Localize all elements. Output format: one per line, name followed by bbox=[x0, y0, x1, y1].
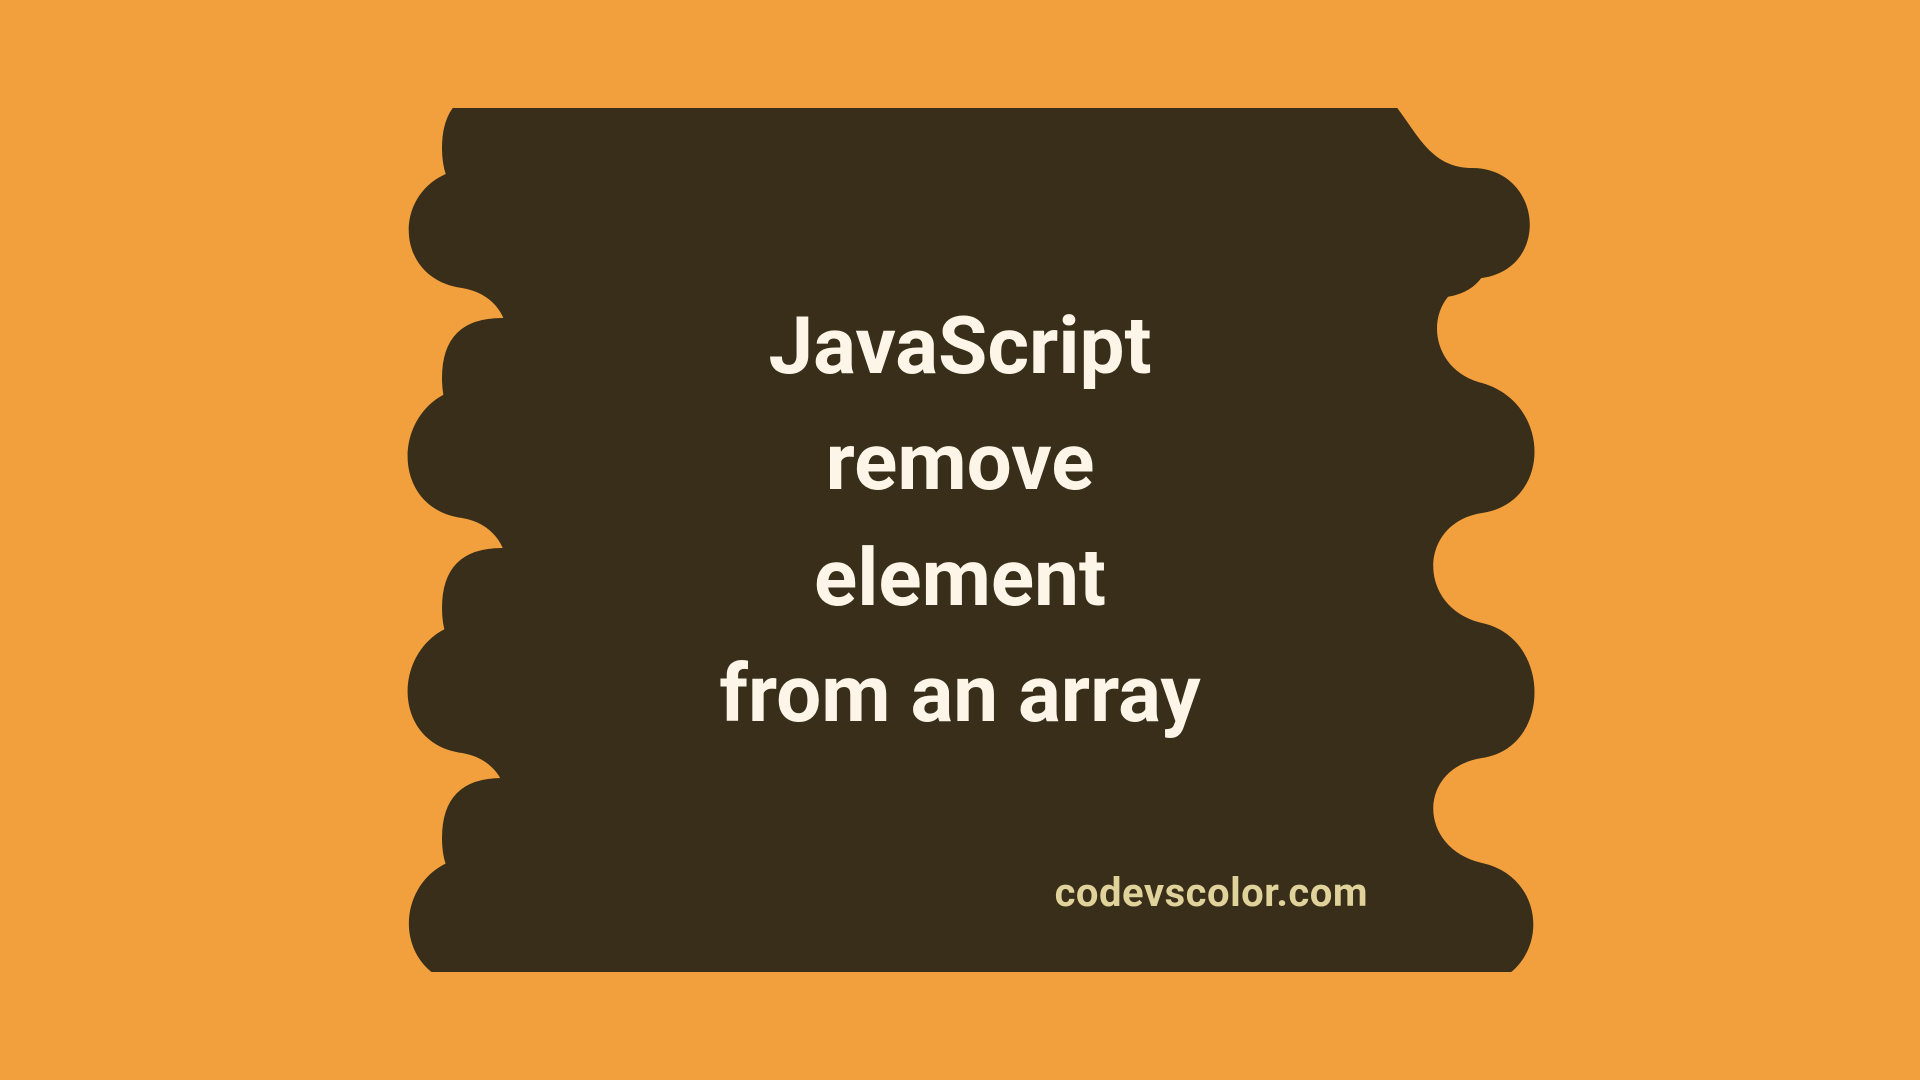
banner-card: JavaScript remove element from an array … bbox=[192, 108, 1728, 972]
site-credit: codevscolor.com bbox=[1055, 869, 1368, 916]
blob-shape bbox=[192, 108, 1728, 972]
